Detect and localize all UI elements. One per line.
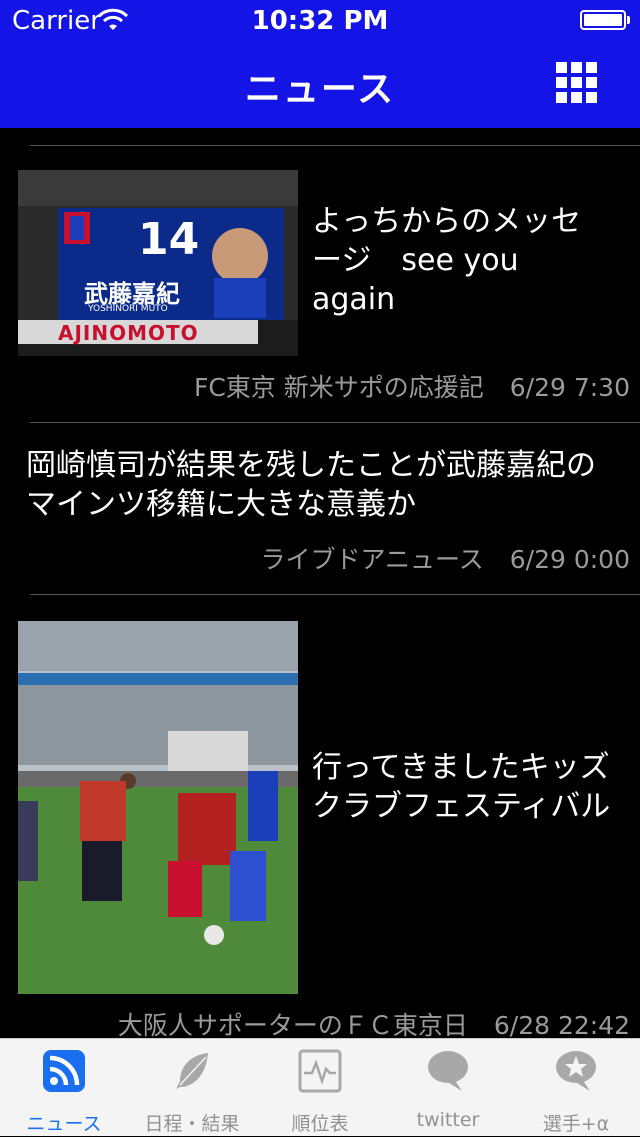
status-bar: Carrier 10:32 PM [0, 0, 640, 40]
divider [30, 594, 640, 595]
grid-menu-icon[interactable] [556, 62, 598, 104]
tab-standings[interactable]: 順位表 [256, 1039, 384, 1137]
tab-label: 選手+α [542, 1113, 610, 1135]
feather-icon [176, 1053, 208, 1089]
news-source: 大阪人サポーターのＦＣ東京日 [117, 1011, 468, 1040]
speech-bubble-icon [428, 1051, 468, 1091]
news-meta: FC東京 新米サポの応援記 6/29 7:30 [194, 368, 630, 404]
news-title: 行ってきましたキッズクラブフェスティバル [312, 750, 611, 824]
news-date: 6/29 7:30 [509, 373, 630, 402]
news-meta: ライブドアニュース 6/29 0:00 [261, 540, 631, 576]
news-thumbnail: 14 武藤嘉紀 YOSHINORI MUTO AJINOMOTO [18, 170, 298, 356]
news-date: 6/28 22:42 [493, 1011, 630, 1040]
tab-label: 日程・結果 [144, 1113, 240, 1135]
thumb-name-en: YOSHINORI MUTO [88, 304, 168, 314]
star-bubble-icon [556, 1051, 596, 1091]
page-title: ニュース [244, 69, 396, 110]
battery-tip [627, 16, 630, 24]
battery-icon [580, 10, 626, 30]
divider [30, 145, 640, 146]
thumb-sponsor: AJINOMOTO [58, 321, 199, 345]
tab-label: twitter [416, 1109, 480, 1131]
news-date: 6/29 0:00 [509, 545, 630, 574]
tab-bar: ニュース 日程・結果 順位表 twitter 選手+α [0, 1038, 640, 1136]
news-title: 岡崎慎司が結果を残したことが武藤嘉紀のマインツ移籍に大きな意義か [26, 448, 596, 522]
news-source: ライブドアニュース [260, 545, 484, 574]
news-title: よっちからのメッセージ see you again [312, 204, 582, 317]
tab-news[interactable]: ニュース [0, 1039, 128, 1137]
tab-players[interactable]: 選手+α [512, 1039, 640, 1137]
thumb-number: 14 [138, 214, 200, 265]
pulse-chart-icon [298, 1049, 342, 1093]
news-source: FC東京 新米サポの応援記 [193, 373, 484, 402]
tab-schedule[interactable]: 日程・結果 [128, 1039, 256, 1137]
tab-twitter[interactable]: twitter [384, 1039, 512, 1137]
rss-icon [43, 1050, 85, 1092]
tab-label: ニュース [26, 1113, 102, 1135]
clock: 10:32 PM [251, 6, 389, 36]
tab-label: 順位表 [291, 1113, 349, 1135]
divider [30, 422, 640, 423]
header: Carrier 10:32 PM ニュース [0, 0, 640, 128]
news-meta: 大阪人サポーターのＦＣ東京日 6/28 22:42 [118, 1006, 630, 1042]
news-thumbnail [18, 621, 298, 994]
